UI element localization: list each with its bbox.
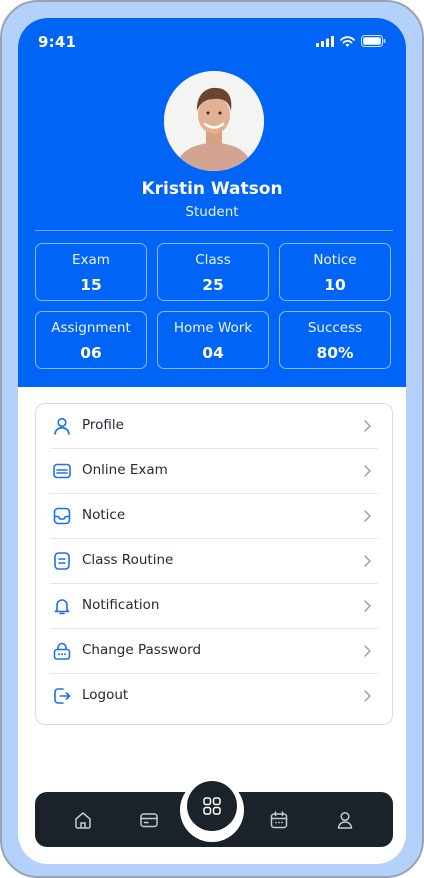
chevron-right-icon [364,465,371,477]
stat-value: 15 [80,276,102,294]
menu-item-online-exam[interactable]: Online Exam [36,449,392,494]
user-icon [54,417,70,435]
menu-label: Class Routine [82,552,174,568]
avatar-image [164,71,264,171]
header-divider [35,230,393,231]
chevron-right-icon [364,510,371,522]
stat-value: 06 [80,344,102,362]
menu-item-profile[interactable]: Profile [36,404,392,449]
stat-value: 25 [202,276,224,294]
app-screen: 9:41 Kristin Watson Student Exam 15 Clas… [18,18,406,864]
stat-value: 10 [324,276,346,294]
status-bar: 9:41 [18,18,406,64]
stat-success[interactable]: Success 80% [279,311,391,369]
bell-icon [54,599,70,615]
avatar[interactable] [164,71,264,171]
profile-role: Student [185,204,239,220]
chevron-right-icon [364,690,371,702]
stat-label: Success [307,320,363,336]
menu-label: Notice [82,507,126,523]
menu-item-notice[interactable]: Notice [36,494,392,539]
tab-wallet[interactable] [136,807,162,833]
grid-icon [203,797,221,815]
stat-assignment[interactable]: Assignment 06 [35,311,147,369]
menu-item-notification[interactable]: Notification [36,584,392,629]
menu-list: Profile Online Exam Notice Class Routine… [35,403,393,725]
tab-calendar[interactable] [266,807,292,833]
tab-profile[interactable] [332,807,358,833]
phone-frame: 9:41 Kristin Watson Student Exam 15 Clas… [0,0,424,878]
chevron-right-icon [364,420,371,432]
wifi-icon [340,35,355,47]
stat-label: Assignment [51,320,131,336]
wallet-icon [140,813,158,828]
menu-label: Logout [82,687,129,703]
stat-value: 04 [202,344,224,362]
routine-icon [54,552,70,570]
person-icon [337,811,353,829]
stat-class[interactable]: Class 25 [157,243,269,301]
menu-label: Profile [82,417,124,433]
chevron-right-icon [364,555,371,567]
exam-card-icon [53,463,71,479]
menu-label: Change Password [82,642,202,658]
stat-label: Exam [72,252,110,268]
status-icons [316,35,386,47]
logout-icon [54,688,71,704]
menu-item-logout[interactable]: Logout [36,674,392,719]
calendar-icon [270,811,288,829]
stat-label: Class [195,252,231,268]
stat-notice[interactable]: Notice 10 [279,243,391,301]
notice-icon [53,507,71,525]
lock-icon [53,642,71,660]
signal-icon [316,35,334,47]
chevron-right-icon [364,645,371,657]
stat-label: Home Work [173,320,253,336]
chevron-right-icon [364,600,371,612]
status-time: 9:41 [38,33,77,51]
menu-label: Online Exam [82,462,168,478]
menu-item-class-routine[interactable]: Class Routine [36,539,392,584]
profile-name: Kristin Watson [141,179,283,199]
dashboard-fab-button[interactable] [187,781,237,831]
menu-label: Notification [82,597,160,613]
stat-value: 80% [316,344,354,362]
home-icon [75,812,91,829]
stat-home-work[interactable]: Home Work 04 [157,311,269,369]
tab-home[interactable] [70,807,96,833]
stat-exam[interactable]: Exam 15 [35,243,147,301]
menu-item-change-password[interactable]: Change Password [36,629,392,674]
profile-header: 9:41 Kristin Watson Student Exam 15 Clas… [18,18,406,387]
stat-label: Notice [313,252,357,268]
battery-icon [361,35,386,47]
